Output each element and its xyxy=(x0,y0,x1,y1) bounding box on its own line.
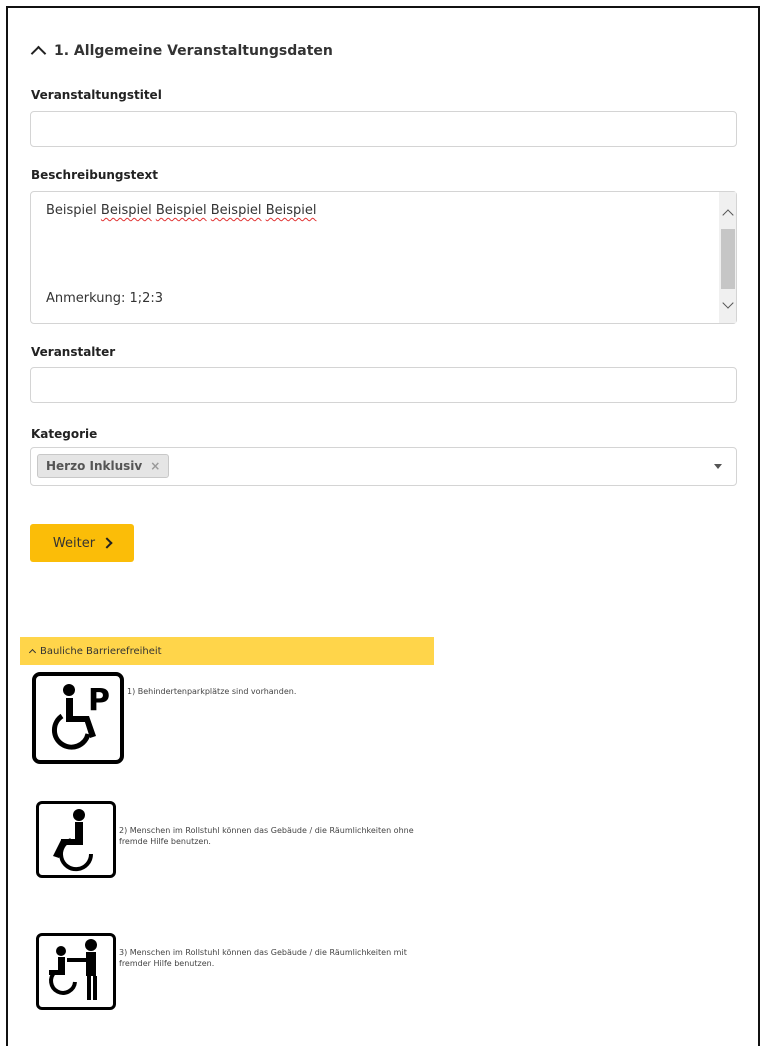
accessibility-item-text: 3) Menschen im Rollstuhl können das Gebä… xyxy=(119,948,407,968)
scroll-up-button[interactable] xyxy=(719,204,736,221)
accessibility-item: 2) Menschen im Rollstuhl können das Gebä… xyxy=(36,801,419,878)
wheelchair-icon xyxy=(36,801,116,878)
accessibility-accordion-header[interactable]: Bauliche Barrierefreiheit xyxy=(20,637,434,665)
chevron-right-icon xyxy=(101,537,113,549)
spelling-word: Beispiel xyxy=(100,203,152,218)
title-label: Veranstaltungstitel xyxy=(31,88,162,102)
accessibility-item-text: 1) Behindertenparkplätze sind vorhanden. xyxy=(127,687,297,696)
chevron-up-icon xyxy=(28,648,37,656)
textarea-scrollbar[interactable] xyxy=(719,192,736,323)
spelling-word: Beispiel xyxy=(210,203,262,218)
next-button[interactable]: Weiter xyxy=(30,524,134,562)
organizer-label: Veranstalter xyxy=(31,345,116,359)
chevron-up-icon xyxy=(721,209,734,221)
spelling-word: Beispiel xyxy=(155,203,207,218)
category-label: Kategorie xyxy=(31,427,98,441)
accessibility-item: P 1) Behindertenparkplätze sind vorhande… xyxy=(32,672,407,764)
spelling-word: Beispiel xyxy=(265,203,317,218)
scrollbar-thumb[interactable] xyxy=(721,229,735,289)
description-textarea[interactable]: Beispiel Beispiel Beispiel Beispiel Beis… xyxy=(30,191,737,324)
accessibility-item-text: 2) Menschen im Rollstuhl können das Gebä… xyxy=(119,826,414,846)
wheelchair-assisted-icon xyxy=(36,933,116,1010)
description-label: Beschreibungstext xyxy=(31,168,159,182)
section-title: 1. Allgemeine Veranstaltungsdaten xyxy=(54,43,333,59)
description-line-1: Beispiel Beispiel Beispiel Beispiel Beis… xyxy=(46,203,317,218)
chevron-up-icon xyxy=(30,45,47,61)
section-header[interactable]: 1. Allgemeine Veranstaltungsdaten xyxy=(30,43,333,61)
accessibility-item: 3) Menschen im Rollstuhl können das Gebä… xyxy=(36,933,419,1010)
organizer-input[interactable] xyxy=(30,367,737,403)
description-line-2: Anmerkung: 1;2:3 xyxy=(46,291,164,306)
scroll-down-button[interactable] xyxy=(719,292,736,309)
parking-accessible-icon: P xyxy=(32,672,124,764)
chevron-down-icon xyxy=(721,297,734,309)
dropdown-caret-icon[interactable] xyxy=(714,464,722,469)
category-tag: Herzo Inklusiv × xyxy=(37,454,170,478)
tag-remove-icon[interactable]: × xyxy=(150,459,160,473)
title-input[interactable] xyxy=(30,111,737,147)
svg-text:P: P xyxy=(88,683,110,718)
category-select[interactable]: Herzo Inklusiv × xyxy=(30,447,737,486)
